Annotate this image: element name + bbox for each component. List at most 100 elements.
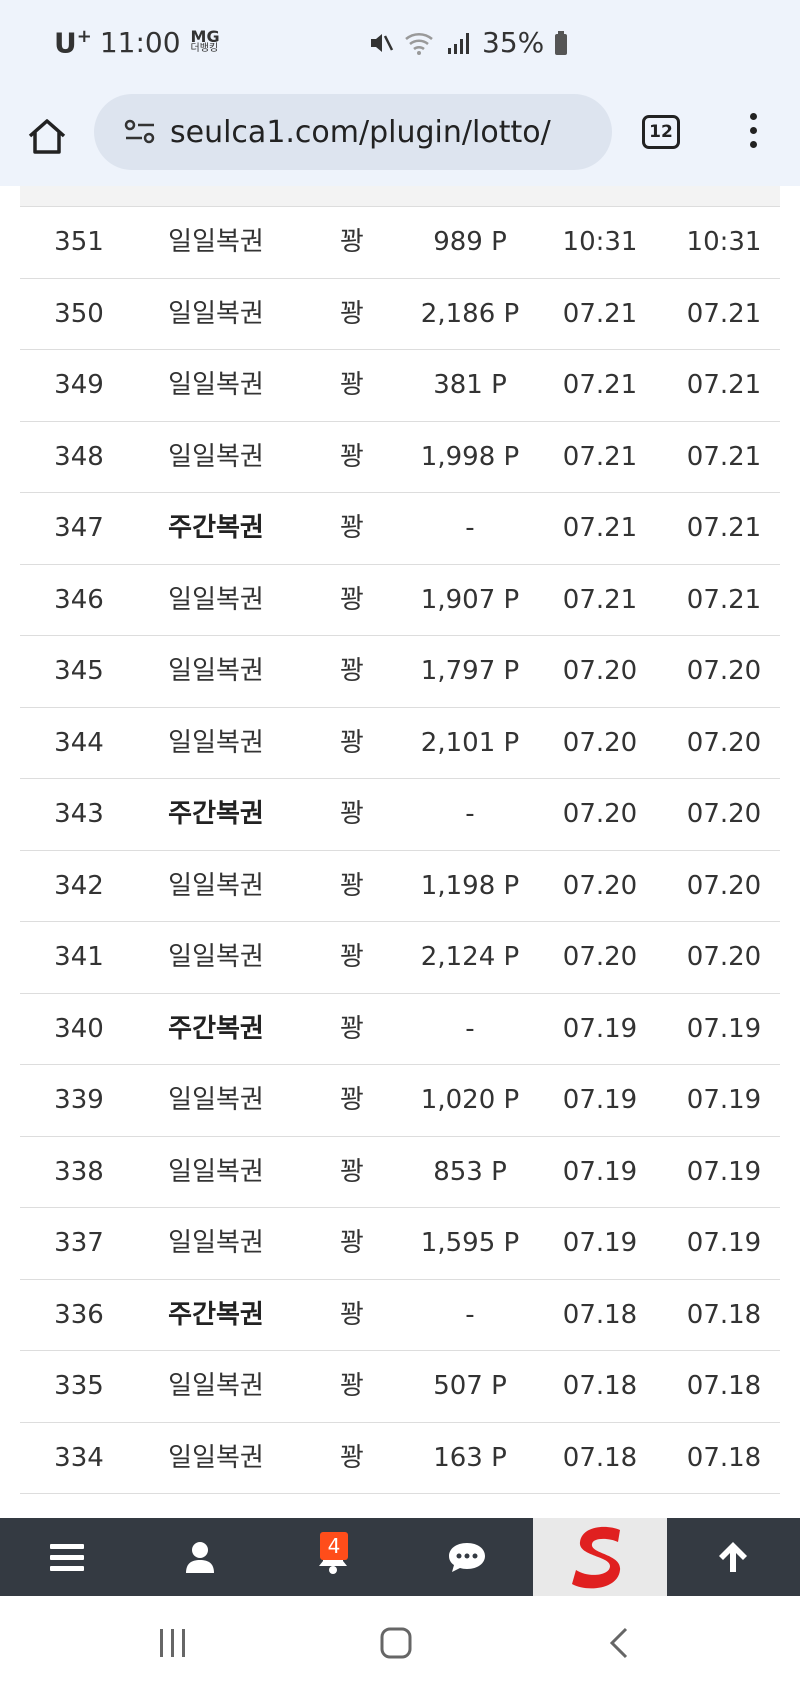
table-row: 337 일일복권 꽝 1,595 P 07.19 07.19 — [20, 1208, 780, 1280]
system-nav-bar — [0, 1596, 800, 1689]
points: 1,998 P — [420, 441, 520, 472]
points: 989 P — [433, 227, 507, 257]
draw-date: 07.21 — [562, 513, 638, 543]
table-row: 335 일일복권 꽝 507 P 07.18 07.18 — [20, 1351, 780, 1423]
status-bar: U+ 11:00 MG 더뱅킹 35% — [0, 0, 800, 86]
draw-date: 07.20 — [562, 870, 638, 901]
check-date: 07.18 — [686, 1299, 762, 1330]
check-date: 07.19 — [686, 1085, 762, 1115]
check-date: 07.20 — [686, 799, 762, 829]
table-row: 351 일일복권 꽝 989 P 10:31 10:31 — [20, 207, 780, 279]
bottom-nav: 4 — [0, 1518, 800, 1596]
row-number: 348 — [54, 441, 104, 472]
table-row: 344 일일복권 꽝 2,101 P 07.20 07.20 — [20, 708, 780, 779]
lotto-table: 351 일일복권 꽝 989 P 10:31 10:31 350 일일복권 꽝 2,186 P 07… — [20, 207, 780, 1494]
lottery-type: 일일복권 — [168, 656, 264, 686]
table-row: 342 일일복권 꽝 1,198 P 07.20 07.20 — [20, 851, 780, 922]
row-number: 337 — [54, 1228, 104, 1258]
check-date: 07.18 — [686, 1371, 762, 1401]
row-number: 335 — [54, 1371, 104, 1401]
check-date: 07.21 — [686, 513, 762, 543]
site-settings-icon[interactable] — [124, 118, 156, 146]
check-date: 07.21 — [686, 370, 762, 400]
recent-apps-icon[interactable] — [158, 1629, 188, 1657]
points: 853 P — [433, 1156, 507, 1187]
site-logo — [571, 1526, 621, 1589]
points: - — [465, 1013, 475, 1044]
check-date: 07.20 — [686, 727, 762, 758]
scroll-top-button[interactable] — [667, 1518, 800, 1596]
draw-date: 07.21 — [562, 298, 638, 329]
row-number: 336 — [54, 1299, 104, 1330]
check-date: 10:31 — [686, 227, 762, 257]
carrier-label: U+ — [54, 26, 92, 60]
lottery-type: 일일복권 — [168, 227, 264, 257]
table-row: 345 일일복권 꽝 1,797 P 07.20 07.20 — [20, 636, 780, 708]
row-number: 350 — [54, 298, 104, 329]
draw-date: 07.18 — [562, 1299, 638, 1330]
chat-button[interactable] — [400, 1518, 533, 1596]
battery-level: 35% — [482, 26, 545, 59]
status-right: 35% — [368, 26, 568, 59]
table-row: 336 주간복권 꽝 -07.18 07.18 — [20, 1280, 780, 1351]
battery-icon — [555, 30, 568, 55]
chat-icon — [448, 1543, 485, 1572]
points: 1,020 P — [420, 1085, 520, 1115]
table-row: 340 주간복권 꽝 -07.19 07.19 — [20, 994, 780, 1065]
address-bar[interactable]: seulca1.com/plugin/lotto/ — [94, 94, 612, 170]
row-number: 342 — [54, 870, 104, 901]
draw-date: 07.20 — [562, 799, 638, 829]
table-row: 341 일일복권 꽝 2,124 P 07.20 07.20 — [20, 922, 780, 994]
browser-toolbar: seulca1.com/plugin/lotto/ 12 — [0, 86, 800, 186]
menu-icon — [49, 1544, 84, 1571]
check-date: 07.20 — [686, 870, 762, 901]
back-icon[interactable] — [608, 1627, 630, 1659]
check-date: 07.19 — [686, 1228, 762, 1258]
check-date: 07.21 — [686, 298, 762, 329]
home-icon[interactable] — [26, 116, 68, 158]
draw-date: 07.20 — [562, 656, 638, 686]
lottery-type: 일일복권 — [168, 370, 264, 400]
lottery-type: 일일복권 — [168, 441, 264, 472]
arrow-up-icon — [719, 1542, 748, 1572]
user-icon — [185, 1542, 214, 1573]
site-logo-button[interactable] — [533, 1518, 667, 1596]
points: 381 P — [433, 370, 507, 400]
points: - — [465, 513, 475, 543]
menu-button[interactable] — [0, 1518, 133, 1596]
lottery-type: 일일복권 — [168, 1228, 264, 1258]
notification-badge: 4 — [320, 1532, 348, 1560]
points: - — [465, 799, 475, 829]
draw-date: 07.19 — [562, 1228, 638, 1258]
draw-date: 07.20 — [562, 727, 638, 758]
points: - — [465, 1299, 475, 1330]
check-date: 07.19 — [686, 1156, 762, 1187]
table-header — [20, 186, 780, 207]
table-row: 348 일일복권 꽝 1,998 P 07.21 07.21 — [20, 422, 780, 493]
draw-date: 07.19 — [562, 1085, 638, 1115]
lottery-type: 일일복권 — [168, 584, 264, 615]
row-number: 349 — [54, 370, 104, 400]
draw-date: 07.18 — [562, 1371, 638, 1401]
profile-button[interactable] — [133, 1518, 266, 1596]
check-date: 07.21 — [686, 441, 762, 472]
clock: 11:00 — [99, 26, 181, 60]
more-menu-icon[interactable] — [745, 113, 761, 153]
table-row: 343 주간복권 꽝 -07.20 07.20 — [20, 779, 780, 851]
check-date: 07.21 — [686, 584, 762, 615]
row-number: 341 — [54, 942, 104, 972]
check-date: 07.18 — [686, 1442, 762, 1473]
check-date: 07.20 — [686, 942, 762, 972]
points: 2,124 P — [420, 942, 520, 972]
draw-date: 10:31 — [562, 227, 638, 257]
draw-date: 07.21 — [562, 370, 638, 400]
points: 1,797 P — [420, 656, 520, 686]
system-home-icon[interactable] — [380, 1627, 412, 1659]
row-number: 340 — [54, 1013, 104, 1044]
row-number: 338 — [54, 1156, 104, 1187]
lottery-type: 일일복권 — [168, 942, 264, 972]
draw-date: 07.20 — [562, 942, 638, 972]
tab-switcher-button[interactable]: 12 — [642, 115, 680, 149]
row-number: 347 — [54, 513, 104, 543]
row-number: 334 — [54, 1442, 104, 1473]
